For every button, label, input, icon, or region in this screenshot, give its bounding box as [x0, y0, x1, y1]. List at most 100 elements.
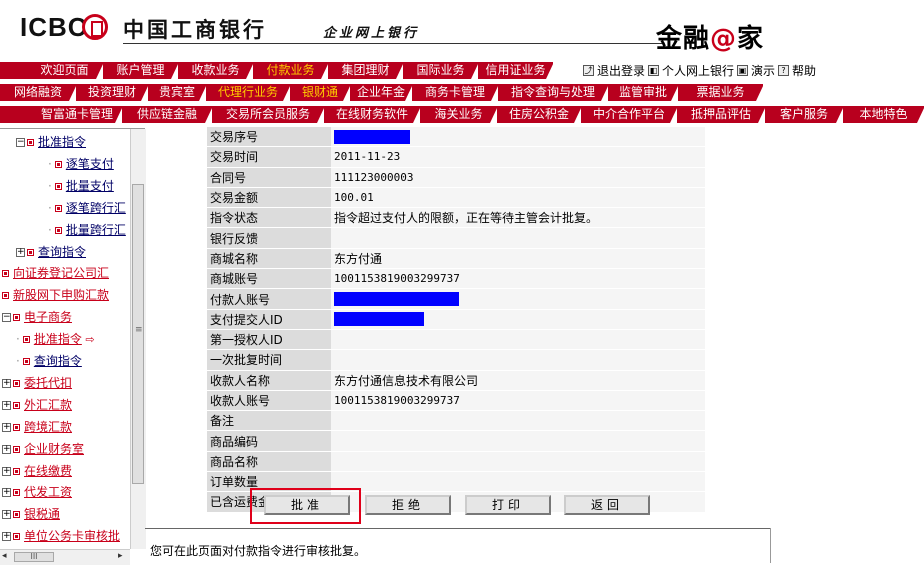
personal-banking-icon[interactable]: ◧	[648, 65, 660, 76]
tree-item-label[interactable]: 批准指令	[34, 332, 82, 346]
horizontal-scroll-thumb[interactable]: III	[14, 552, 54, 562]
tree-item[interactable]: − 电子商务	[2, 307, 72, 327]
tree-item[interactable]: + 单位公务卡审核批	[2, 526, 120, 546]
tree-item[interactable]: + 跨境汇款	[2, 417, 72, 437]
collapse-icon[interactable]: −	[2, 313, 11, 323]
nav-tab[interactable]: 客户服务	[765, 106, 844, 123]
tree-connector-icon: ·	[48, 178, 52, 193]
tree-item-label[interactable]: 在线缴费	[24, 464, 72, 478]
nav-tab[interactable]: 账户管理	[103, 62, 179, 79]
tree-item-label[interactable]: 批准指令	[38, 135, 86, 149]
tree-item-label[interactable]: 代发工资	[24, 485, 72, 499]
expand-icon[interactable]: +	[2, 466, 11, 476]
status-right-panel	[770, 528, 924, 563]
personal-banking-link[interactable]: 个人网上银行	[662, 62, 734, 79]
expand-icon[interactable]: +	[2, 488, 11, 498]
tree-item[interactable]: + 外汇汇款	[2, 395, 72, 415]
scroll-right-icon[interactable]: ▸	[118, 551, 123, 561]
vertical-scrollbar[interactable]: ≡	[130, 129, 146, 549]
nav-tab[interactable]: 集团理财	[328, 62, 404, 79]
tree-item-label[interactable]: 新股网下申购汇款	[13, 288, 109, 302]
nav-tab[interactable]: 供应链金融	[122, 106, 213, 123]
expand-icon[interactable]: +	[2, 400, 11, 410]
tree-item-label[interactable]: 查询指令	[34, 354, 82, 368]
tree-item-label[interactable]: 逐笔跨行汇	[66, 201, 126, 215]
nav-tab[interactable]: 欢迎页面	[0, 62, 104, 79]
nav-tab[interactable]: 商务卡管理	[412, 84, 499, 101]
tree-item[interactable]: + 代发工资	[2, 482, 72, 502]
tree-item[interactable]: 新股网下申购汇款	[2, 285, 109, 305]
back-button[interactable]: 返回	[564, 495, 650, 515]
nav-tab[interactable]: 中介合作平台	[581, 106, 678, 123]
vertical-scroll-thumb[interactable]: ≡	[132, 184, 144, 484]
tree-item[interactable]: · 逐笔跨行汇	[48, 198, 126, 218]
tree-item[interactable]: + 银税通	[2, 504, 60, 524]
nav-tab[interactable]: 收款业务	[178, 62, 254, 79]
tree-item[interactable]: · 查询指令	[16, 351, 82, 371]
detail-row: 指令状态 指令超过支付人的限额，正在等待主管会计批复。	[207, 207, 705, 229]
nav-tab[interactable]: 企业年金	[350, 84, 413, 101]
logout-icon[interactable]: ⤴	[583, 65, 594, 76]
nav-tab[interactable]: 交易所会员服务	[212, 106, 325, 123]
nav-tab[interactable]: 国际业务	[403, 62, 479, 79]
demo-icon[interactable]: ▣	[737, 65, 749, 76]
expand-icon[interactable]: +	[2, 444, 11, 454]
tree-item[interactable]: + 委托代扣	[2, 373, 72, 393]
tree-item-label[interactable]: 批量支付	[66, 179, 114, 193]
tree-item-label[interactable]: 企业财务室	[24, 442, 84, 456]
nav-tab[interactable]: 银财通	[290, 84, 351, 101]
nav-tab[interactable]: 住房公积金	[497, 106, 582, 123]
detail-value: 1001153819003299737	[331, 390, 705, 412]
expand-icon[interactable]: +	[16, 247, 25, 257]
tree-item[interactable]: · 批量支付	[48, 176, 114, 196]
tree-item[interactable]: − 批准指令	[16, 132, 86, 152]
nav-tab[interactable]: 智富通卡管理	[0, 106, 123, 123]
nav-tab[interactable]: 贵宾室	[148, 84, 207, 101]
tree-item[interactable]: · 批准指令 ⇨	[16, 329, 95, 349]
expand-icon[interactable]: +	[2, 378, 11, 388]
nav-tab[interactable]: 付款业务	[253, 62, 329, 79]
brand-slogan: 金融@家	[656, 18, 764, 55]
print-button[interactable]: 打印	[465, 495, 551, 515]
tree-item[interactable]: 向证券登记公司汇	[2, 263, 109, 283]
tree-item-label[interactable]: 逐笔支付	[66, 157, 114, 171]
demo-link[interactable]: 演示	[751, 62, 775, 79]
nav-tab[interactable]: 代理行业务	[206, 84, 291, 101]
nav-tab[interactable]: 投资理财	[76, 84, 149, 101]
tree-item-label[interactable]: 跨境汇款	[24, 420, 72, 434]
tree-item-label[interactable]: 批量跨行汇	[66, 223, 126, 237]
tree-item[interactable]: + 查询指令	[16, 242, 86, 262]
tree-item-label[interactable]: 银税通	[24, 507, 60, 521]
reject-button[interactable]: 拒绝	[365, 495, 451, 515]
tree-item[interactable]: · 批量跨行汇	[48, 220, 126, 240]
scroll-left-icon[interactable]: ◂	[2, 551, 7, 561]
expand-icon[interactable]: +	[2, 510, 11, 520]
tree-item-label[interactable]: 电子商务	[24, 310, 72, 324]
tree-item-label[interactable]: 向证券登记公司汇	[13, 266, 109, 280]
tree-item-label[interactable]: 单位公务卡审核批	[24, 529, 120, 543]
nav-tab[interactable]: 网络融资	[0, 84, 77, 101]
tree-item-label[interactable]: 委托代扣	[24, 376, 72, 390]
expand-icon[interactable]: +	[2, 532, 11, 542]
tree-item[interactable]: + 企业财务室	[2, 439, 84, 459]
help-icon[interactable]: ?	[778, 65, 790, 76]
nav-tab[interactable]: 监管审批	[608, 84, 679, 101]
nav-tab[interactable]: 信用证业务	[478, 62, 554, 79]
tree-item[interactable]: + 在线缴费	[2, 461, 72, 481]
detail-row: 商品名称	[207, 451, 705, 473]
nav-tab[interactable]: 在线财务软件	[324, 106, 421, 123]
expand-icon[interactable]: +	[2, 422, 11, 432]
nav-tab[interactable]: 指令查询与处理	[498, 84, 609, 101]
help-link[interactable]: 帮助	[792, 62, 816, 79]
tree-item-label[interactable]: 查询指令	[38, 245, 86, 259]
logout-link[interactable]: 退出登录	[597, 62, 645, 79]
nav-tab[interactable]: 抵押品评估	[677, 106, 766, 123]
collapse-icon[interactable]: −	[16, 138, 25, 147]
tree-item-label[interactable]: 外汇汇款	[24, 398, 72, 412]
nav-tab[interactable]: 票据业务	[678, 84, 764, 101]
tree-item[interactable]: · 逐笔支付	[48, 154, 114, 174]
approve-button[interactable]: 批准	[264, 495, 350, 515]
detail-row: 银行反馈	[207, 227, 705, 249]
nav-tab[interactable]: 海关业务	[420, 106, 498, 123]
nav-tab[interactable]: 本地特色	[843, 106, 924, 123]
